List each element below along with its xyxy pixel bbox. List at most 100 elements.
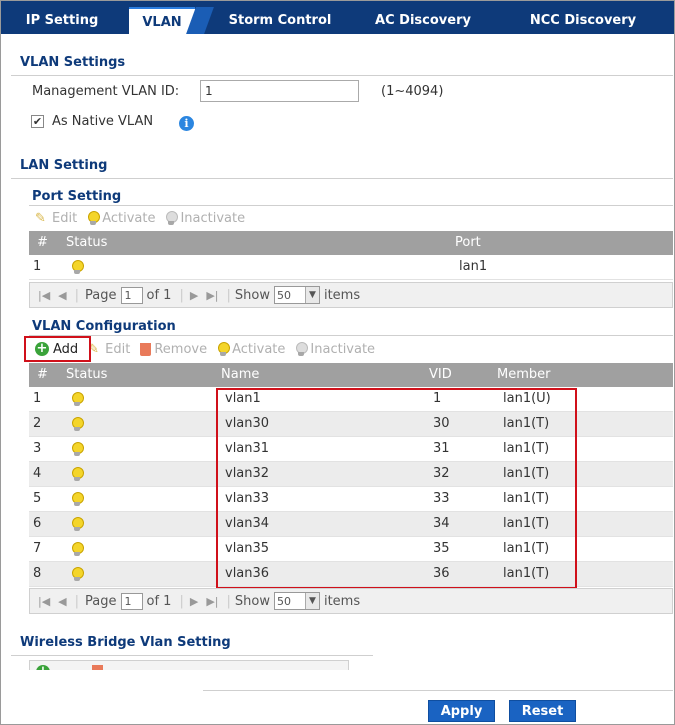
port-toolbar: ✎ Edit Activate Inactivate <box>35 206 245 230</box>
row-member: lan1(T) <box>503 416 550 431</box>
chevron-down-icon: ▼ <box>304 593 319 609</box>
vlan-activate-label: Activate <box>232 341 286 357</box>
wireless-bridge-title: Wireless Bridge Vlan Setting <box>20 635 231 650</box>
reset-button[interactable]: Reset <box>509 700 576 722</box>
row-name: vlan30 <box>225 416 270 431</box>
bulb-icon <box>71 542 84 560</box>
row-vid: 33 <box>433 491 450 506</box>
row-vid: 36 <box>433 566 450 581</box>
chevron-down-icon: ▼ <box>304 287 319 303</box>
trash-icon <box>92 665 103 670</box>
items-label: items <box>323 593 361 609</box>
prev-page-icon[interactable]: ◀ <box>58 289 66 302</box>
row-vid: 34 <box>433 516 450 531</box>
first-page-icon[interactable]: |◀ <box>38 289 50 302</box>
col-member: Member <box>497 367 551 382</box>
row-member: lan1(U) <box>503 391 551 406</box>
table-row[interactable]: 1 vlan1 1 lan1(U) <box>29 387 673 412</box>
last-page-icon[interactable]: ▶| <box>206 595 218 608</box>
row-member: lan1(T) <box>503 466 550 481</box>
port-table: # Status Port 1 lan1 <box>29 231 673 282</box>
row-name: vlan35 <box>225 541 270 556</box>
port-pager: |◀ ◀ | Page 1 of 1 | ▶ ▶| | Show 50 ▼ ite… <box>29 282 673 308</box>
vlan-table-header: # Status Name VID Member <box>29 363 673 387</box>
table-row[interactable]: 3 vlan31 31 lan1(T) <box>29 437 673 462</box>
tab-ac-discovery[interactable]: AC Discovery <box>353 7 493 34</box>
table-row[interactable]: 4 vlan32 32 lan1(T) <box>29 462 673 487</box>
first-page-icon[interactable]: |◀ <box>38 595 50 608</box>
divider <box>11 655 373 656</box>
apply-button[interactable]: Apply <box>428 700 495 722</box>
vlan-inactivate-label: Inactivate <box>310 341 376 357</box>
page-input[interactable]: 1 <box>120 286 143 304</box>
next-page-icon[interactable]: ▶ <box>190 289 198 302</box>
bulb-off-icon <box>295 342 309 356</box>
bulb-icon <box>71 467 84 485</box>
divider <box>11 75 673 76</box>
table-row[interactable]: 8 vlan36 36 lan1(T) <box>29 562 673 587</box>
page-input[interactable]: 1 <box>120 592 143 610</box>
col-status: Status <box>66 367 108 382</box>
table-row[interactable]: 5 vlan33 33 lan1(T) <box>29 487 673 512</box>
row-num: 8 <box>33 566 42 581</box>
row-num: 1 <box>33 391 42 406</box>
port-edit-button[interactable]: ✎ Edit <box>35 211 77 227</box>
add-button[interactable]: + Add <box>35 342 78 357</box>
plus-circle-icon: + <box>36 665 50 670</box>
bulb-icon <box>71 417 84 435</box>
vlan-activate-button[interactable]: Activate <box>217 342 285 357</box>
plus-circle-icon: + <box>35 341 49 356</box>
table-row[interactable]: 2 vlan30 30 lan1(T) <box>29 412 673 437</box>
row-num: 4 <box>33 466 42 481</box>
row-vid: 1 <box>433 391 442 406</box>
row-port: lan1 <box>459 259 488 274</box>
row-vid: 35 <box>433 541 450 556</box>
port-setting-title: Port Setting <box>32 189 122 204</box>
vlan-config-title: VLAN Configuration <box>32 319 176 334</box>
prev-page-icon[interactable]: ◀ <box>58 595 66 608</box>
pencil-icon: ✎ <box>35 211 46 226</box>
bulb-icon <box>71 442 84 460</box>
vlan-toolbar: + Add ✎ Edit Remove Activate Inactivate <box>35 337 375 361</box>
trash-icon <box>140 342 152 356</box>
info-icon[interactable]: i <box>179 116 194 131</box>
port-inactivate-button[interactable]: Inactivate <box>165 211 245 226</box>
port-inactivate-label: Inactivate <box>180 210 246 226</box>
bulb-icon <box>71 567 84 585</box>
port-activate-button[interactable]: Activate <box>87 211 155 226</box>
add-label: Add <box>53 341 79 357</box>
row-member: lan1(T) <box>503 491 550 506</box>
table-row[interactable]: 1 lan1 <box>29 255 673 280</box>
col-num: # <box>37 235 48 250</box>
show-select[interactable]: 50 ▼ <box>273 286 320 304</box>
native-vlan-checkbox[interactable]: ✔ <box>31 115 44 128</box>
last-page-icon[interactable]: ▶| <box>206 289 218 302</box>
tab-vlan[interactable]: VLAN <box>129 7 195 34</box>
vlan-edit-button[interactable]: ✎ Edit <box>88 342 130 358</box>
row-vid: 30 <box>433 416 450 431</box>
lan-setting-title: LAN Setting <box>20 158 108 173</box>
col-name: Name <box>221 367 260 382</box>
tab-ip-setting[interactable]: IP Setting <box>3 7 121 34</box>
row-name: vlan33 <box>225 491 270 506</box>
show-select[interactable]: 50 ▼ <box>273 592 320 610</box>
table-row[interactable]: 7 vlan35 35 lan1(T) <box>29 537 673 562</box>
remove-button[interactable]: Remove <box>140 342 207 357</box>
page-label: Page <box>85 593 117 609</box>
tab-storm-control[interactable]: Storm Control <box>213 7 347 34</box>
pencil-icon: ✎ <box>88 342 100 357</box>
table-row[interactable]: 6 vlan34 34 lan1(T) <box>29 512 673 537</box>
management-vlan-range: (1~4094) <box>381 84 444 99</box>
items-label: items <box>323 287 361 303</box>
tab-ncc-discovery[interactable]: NCC Discovery <box>497 7 669 34</box>
row-num: 6 <box>33 516 42 531</box>
bulb-icon <box>71 392 84 410</box>
row-name: vlan32 <box>225 466 270 481</box>
next-page-icon[interactable]: ▶ <box>190 595 198 608</box>
bulb-icon <box>87 211 101 225</box>
vlan-inactivate-button[interactable]: Inactivate <box>295 342 375 357</box>
bulb-off-icon <box>165 211 179 225</box>
row-member: lan1(T) <box>503 516 550 531</box>
management-vlan-label: Management VLAN ID: <box>32 84 180 99</box>
management-vlan-input[interactable] <box>200 80 359 102</box>
